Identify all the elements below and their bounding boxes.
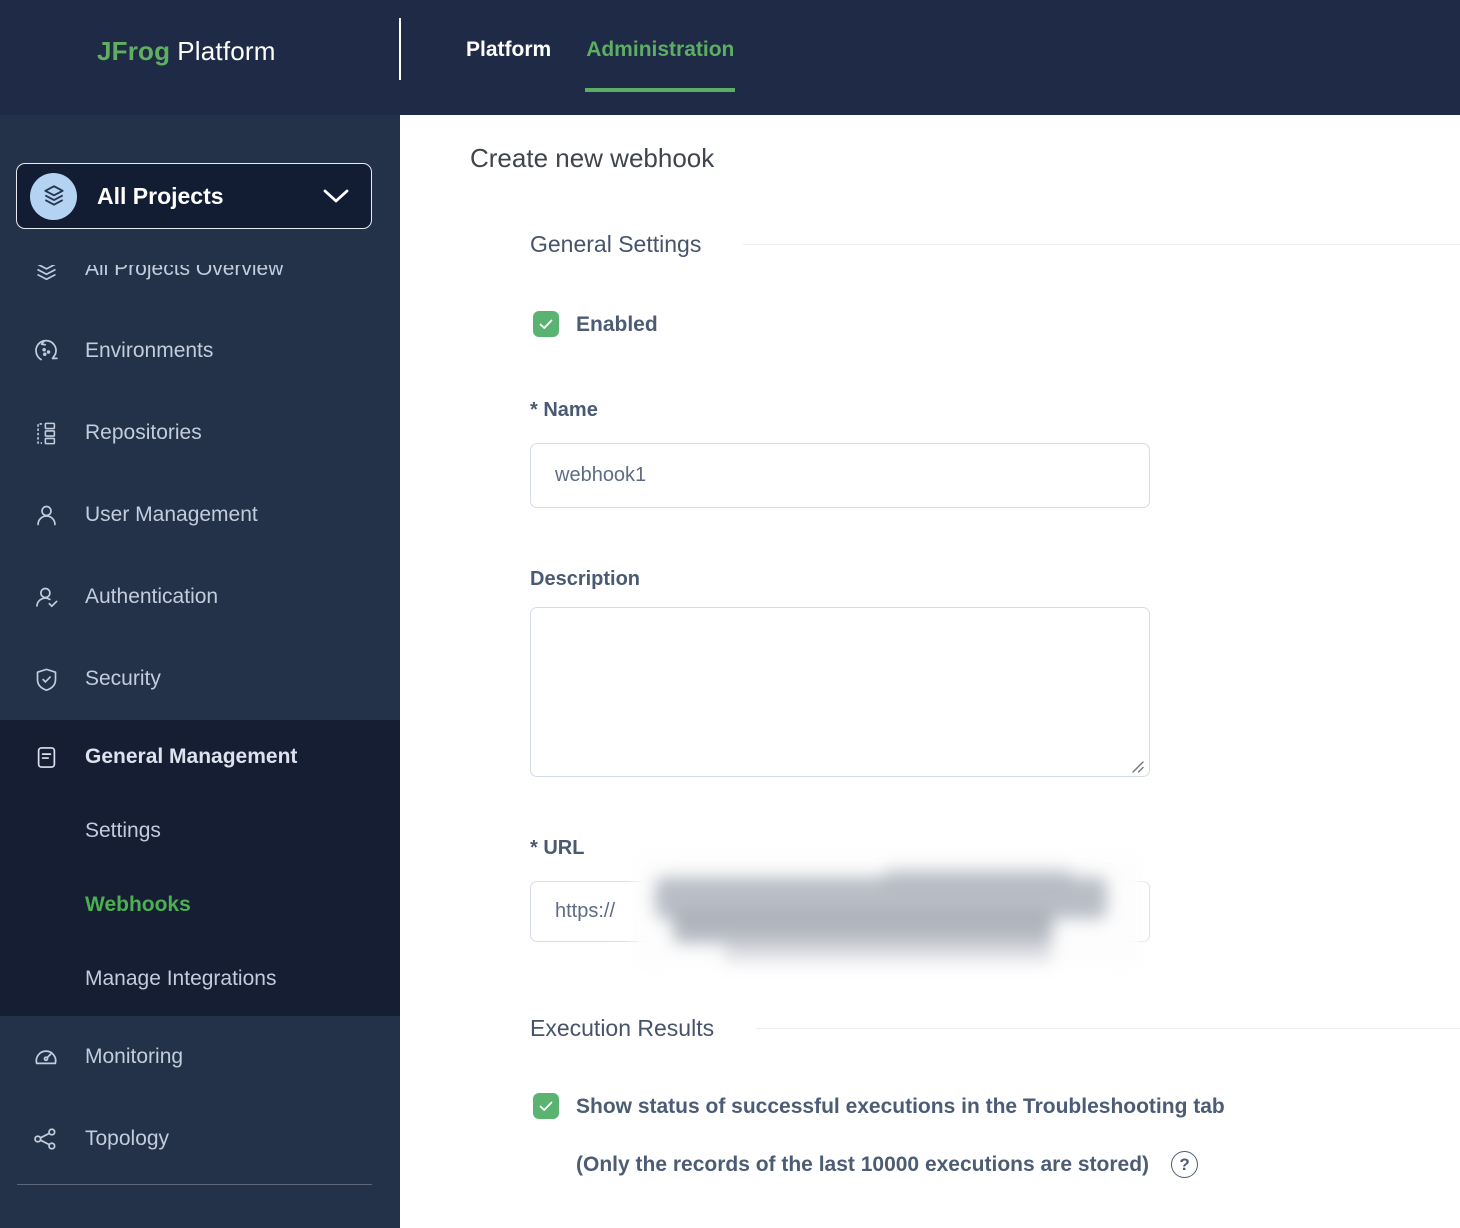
show-status-label: Show status of successful executions in … — [576, 1093, 1225, 1120]
enabled-checkbox-row: Enabled — [533, 311, 658, 338]
check-icon — [539, 1101, 553, 1112]
user-icon — [30, 502, 62, 529]
sidebar-item-topology[interactable]: Topology — [0, 1098, 400, 1180]
general-settings-header: General Settings — [530, 231, 1460, 258]
main-panel: Create new webhook General Settings Enab… — [400, 115, 1460, 1228]
shield-check-icon — [30, 666, 62, 693]
url-input[interactable] — [530, 881, 1150, 942]
sidebar-item-label: General Management — [85, 745, 297, 769]
general-management-section: General Management Settings Webhooks Man… — [0, 720, 400, 1016]
sidebar-item-user-management[interactable]: User Management — [0, 474, 400, 556]
tab-platform[interactable]: Platform — [465, 38, 552, 92]
project-selector-dropdown[interactable]: All Projects — [16, 163, 372, 229]
sidebar-menu: All Projects Overview Environment — [0, 265, 400, 1228]
repositories-icon — [30, 420, 62, 447]
help-icon[interactable]: ? — [1171, 1151, 1198, 1178]
jfrog-platform-app: JFrogPlatform Platform Administration Al… — [0, 0, 1460, 1228]
user-check-icon — [30, 584, 62, 611]
section-heading: General Settings — [530, 231, 701, 258]
document-icon — [30, 744, 62, 771]
sidebar-subitem-settings[interactable]: Settings — [0, 794, 400, 868]
sidebar-subitem-manage-integrations[interactable]: Manage Integrations — [0, 942, 400, 1016]
execution-note-row: (Only the records of the last 10000 exec… — [576, 1151, 1198, 1178]
sidebar-item-label: Topology — [85, 1127, 169, 1151]
sidebar-item-label: Security — [85, 667, 161, 691]
section-heading: Execution Results — [530, 1015, 714, 1042]
tab-administration[interactable]: Administration — [585, 38, 735, 92]
execution-results-header: Execution Results — [530, 1015, 1460, 1042]
sidebar-item-security[interactable]: Security — [0, 638, 400, 720]
top-header: JFrogPlatform Platform Administration — [0, 0, 1460, 115]
sidebar-item-authentication[interactable]: Authentication — [0, 556, 400, 638]
header-divider — [399, 18, 401, 80]
all-projects-avatar — [30, 173, 77, 220]
logo-jfrog-text: JFrog — [97, 36, 170, 66]
url-field-label: * URL — [530, 837, 584, 860]
sidebar-item-label: Repositories — [85, 421, 202, 445]
sidebar-bottom-divider — [17, 1184, 372, 1185]
section-divider — [743, 244, 1460, 245]
enabled-label: Enabled — [576, 311, 658, 338]
jfrog-logo[interactable]: JFrogPlatform — [97, 36, 276, 67]
header-tabs: Platform Administration — [465, 38, 735, 92]
sidebar-item-monitoring[interactable]: Monitoring — [0, 1016, 400, 1098]
logo-platform-text: Platform — [177, 36, 275, 66]
execution-note: (Only the records of the last 10000 exec… — [576, 1153, 1149, 1177]
show-status-checkbox[interactable] — [533, 1093, 559, 1119]
sidebar-item-general-management[interactable]: General Management — [0, 720, 400, 794]
project-selector-label: All Projects — [97, 183, 323, 210]
overview-layers-icon — [30, 265, 62, 283]
name-input[interactable] — [530, 443, 1150, 508]
section-divider — [756, 1028, 1460, 1029]
gauge-icon — [30, 1043, 62, 1071]
sidebar-item-label: User Management — [85, 503, 258, 527]
sidebar-item-label: Authentication — [85, 585, 218, 609]
sidebar-item-label: All Projects Overview — [85, 265, 283, 281]
enabled-checkbox[interactable] — [533, 311, 559, 337]
layers-icon — [41, 183, 67, 209]
description-field-label: Description — [530, 568, 640, 591]
topology-icon — [30, 1125, 62, 1153]
name-field-label: * Name — [530, 399, 598, 422]
sidebar-item-label: Environments — [85, 339, 213, 363]
sidebar-subitem-webhooks[interactable]: Webhooks — [0, 868, 400, 942]
sidebar-item-environments[interactable]: Environments — [0, 310, 400, 392]
description-textarea[interactable] — [530, 607, 1150, 777]
chevron-down-icon — [323, 189, 349, 204]
show-status-checkbox-row: Show status of successful executions in … — [533, 1093, 1225, 1120]
webhook-form: General Settings Enabled * Name Descript… — [530, 115, 1460, 1228]
environments-icon — [30, 336, 62, 366]
sidebar-item-repositories[interactable]: Repositories — [0, 392, 400, 474]
sidebar-item-label: Monitoring — [85, 1045, 183, 1069]
sidebar-item-all-projects-overview[interactable]: All Projects Overview — [0, 265, 400, 310]
admin-sidebar: All Projects All Projects Overview — [0, 115, 400, 1228]
check-icon — [539, 319, 553, 330]
